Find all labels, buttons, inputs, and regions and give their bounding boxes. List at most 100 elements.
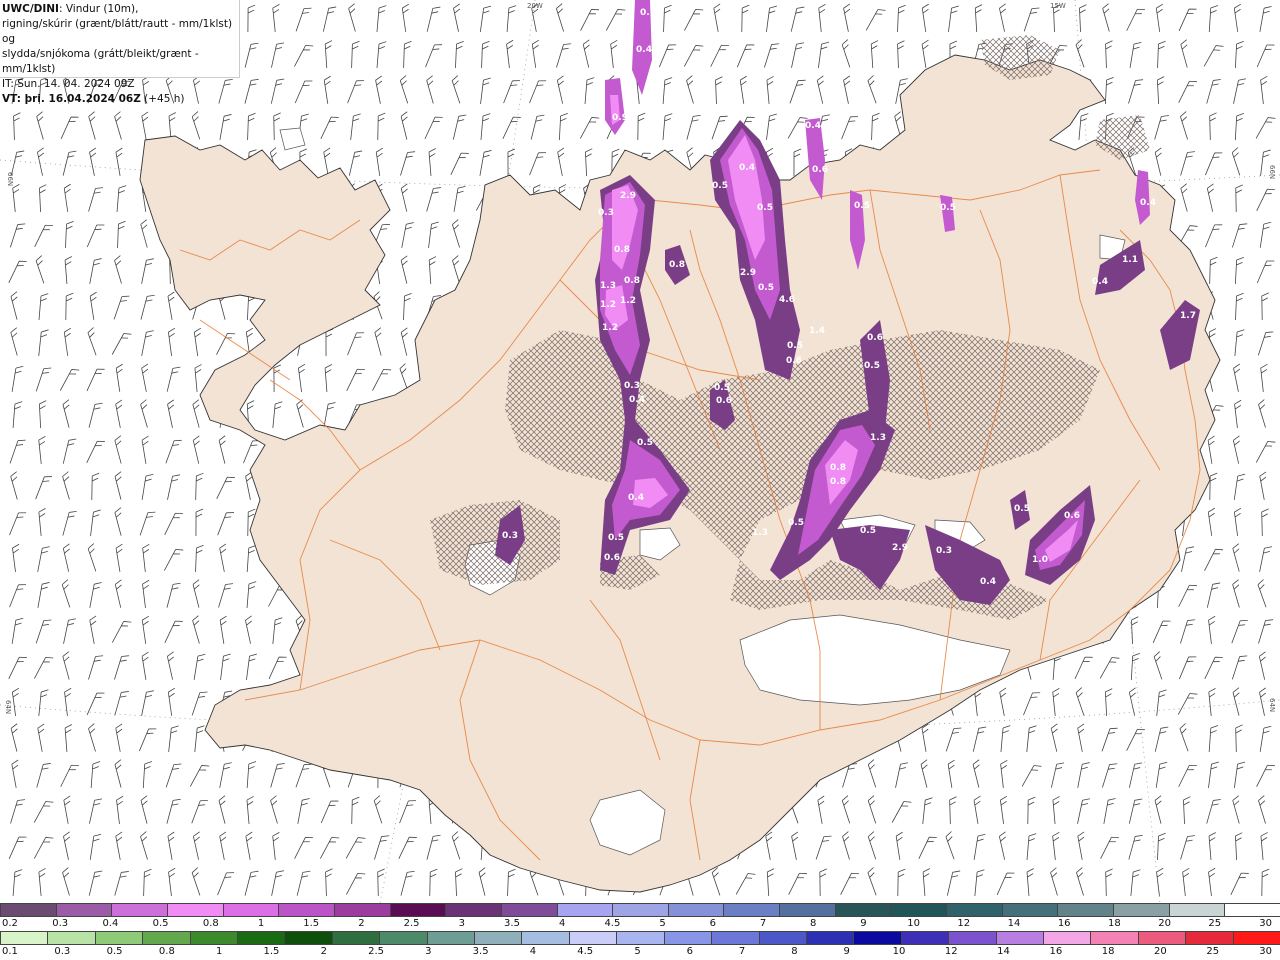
precip-value-label: 1.2 [602, 323, 618, 333]
precip-value-label: 0.5 [608, 533, 624, 543]
scale-label: 18 [1101, 946, 1115, 957]
scale-label: 0.4 [102, 918, 119, 929]
lat-label-64n-left: 64N [4, 700, 12, 714]
precip-value-label: 0.3 [624, 381, 640, 391]
scale-label: 8 [791, 946, 798, 957]
info-line-it: IT: Sun. 14. 04. 2024 09Z [2, 78, 135, 90]
scale-swatch [805, 931, 855, 945]
snow-scale-labels: 0.2 0.3 0.4 0.5 0.8 1 1.5 2 2.5 3 3.5 4 4.5 5 6 7 8 9 10 12… [0, 918, 1280, 932]
precip-value-label: 0.4 [636, 45, 652, 55]
precip-value-label: 4.6 [779, 295, 795, 305]
scale-swatch [445, 903, 502, 917]
precip-value-label: 0.5 [712, 181, 728, 191]
scale-label: 0.2 [2, 918, 18, 929]
scale-swatch [1090, 931, 1139, 945]
info-line-title: UWC/DINI: Vindur (10m), [2, 2, 239, 17]
scale-label: 4 [529, 946, 537, 957]
scale-label: 0.3 [54, 946, 71, 957]
scale-label: 2 [358, 918, 365, 929]
scale-label: 14 [1007, 918, 1021, 929]
precip-value-label: 0.5 [757, 203, 773, 213]
precip-value-label: 0.3 [502, 531, 518, 541]
info-title-rest: : Vindur (10m), [58, 3, 139, 15]
lon-label-20w: 20W [527, 2, 543, 10]
precip-value-label: 0.4 [629, 395, 645, 405]
scale-swatch [1001, 903, 1059, 917]
scale-label: 4.5 [604, 918, 621, 929]
scale-label: 16 [1057, 918, 1071, 929]
scale-swatch [331, 931, 381, 945]
lon-label-15w: 15W [1050, 2, 1066, 10]
precip-value-label: 0.9 [612, 113, 628, 123]
scale-swatch [556, 903, 614, 917]
precip-value-label: 0.6 [867, 333, 883, 343]
precip-value-label: 0.8 [624, 276, 640, 286]
scale-swatch [612, 903, 669, 917]
scale-label: 30 [1259, 918, 1272, 929]
scale-label: 9 [860, 918, 867, 929]
precip-value-label: 0.5 [788, 518, 804, 528]
precip-value-label: 0.4 [805, 121, 821, 131]
precip-value-label: 0.4 [980, 577, 996, 587]
scale-label: 30 [1259, 946, 1272, 957]
precip-value-label: 1.7 [1180, 311, 1196, 321]
precip-value-label: 1.2 [600, 300, 616, 310]
precip-value-label: 0.8 [830, 477, 846, 487]
scale-label: 12 [957, 918, 971, 929]
precip-value-label: 0.6 [1064, 511, 1080, 521]
precip-value-label: 0.8 [830, 463, 846, 473]
lat-label-66n-right: 66N [1268, 165, 1276, 179]
precip-value-label: 0.6 [716, 396, 732, 406]
lat-label-64n-right: 64N [1268, 698, 1276, 712]
scale-swatch [779, 903, 836, 917]
precip-value-label: 0.6 [604, 553, 620, 563]
scale-label: 5 [659, 918, 666, 929]
scale-label: 3.5 [472, 946, 489, 957]
scale-swatch [47, 931, 96, 945]
scale-label: 3 [425, 946, 432, 957]
scale-swatch [667, 903, 725, 917]
scale-swatch [389, 903, 447, 917]
scale-swatch [0, 931, 49, 945]
scale-swatch [474, 931, 523, 945]
scale-swatch [711, 931, 760, 945]
scale-label: 1 [257, 918, 265, 929]
precip-value-label: 0.4 [628, 493, 644, 503]
scale-swatch [1232, 931, 1280, 945]
info-line-vt: VT: þri. 16.04.2024 06Z (+45 h) [2, 92, 239, 107]
scale-label: 10 [907, 918, 920, 929]
scale-swatch [723, 903, 781, 917]
info-box: UWC/DINI: Vindur (10m), rigning/skúrir (… [0, 0, 240, 105]
scale-label: 10 [892, 946, 906, 957]
precip-value-label: 1.3 [752, 528, 768, 538]
scale-label: 7 [738, 946, 746, 957]
scale-swatch [853, 931, 902, 945]
scale-swatch [1113, 903, 1170, 917]
model-name: UWC/DINI [2, 3, 59, 15]
weather-map: 0.9 2.9 0.3 0.8 0.8 1.3 0.8 1.2 1.2 1.2 0.3 0.4 0.5 0… [0, 0, 1280, 903]
scale-label: 0.5 [106, 946, 123, 957]
scale-label: 3 [458, 918, 465, 929]
scale-label: 4 [559, 918, 566, 929]
lat-label-66n-left: 66N [6, 172, 14, 186]
scale-label: 2.5 [403, 918, 420, 929]
scale-swatch [663, 931, 713, 945]
scale-swatch [1137, 931, 1187, 945]
scale-label: 2.5 [368, 946, 384, 957]
info-line-rain: rigning/skúrir (grænt/blátt/rautt - mm/1… [2, 18, 233, 45]
precip-value-label: 0.3 [598, 208, 614, 218]
scale-swatch [1042, 931, 1092, 945]
scale-label: 0.8 [158, 946, 175, 957]
scale-swatch [616, 931, 665, 945]
scale-label: 2 [320, 946, 327, 957]
scale-swatch [284, 931, 333, 945]
scale-swatch [948, 931, 997, 945]
scale-swatch [55, 903, 113, 917]
precip-value-label: 0.5 [1014, 504, 1030, 514]
scale-label: 9 [843, 946, 850, 957]
precip-value-label: 2.9 [740, 268, 756, 278]
scale-swatch [0, 903, 57, 917]
scale-label: 1.5 [303, 918, 320, 929]
scale-label: 25 [1206, 946, 1220, 957]
precip-value-label: 0.7 [640, 8, 656, 18]
